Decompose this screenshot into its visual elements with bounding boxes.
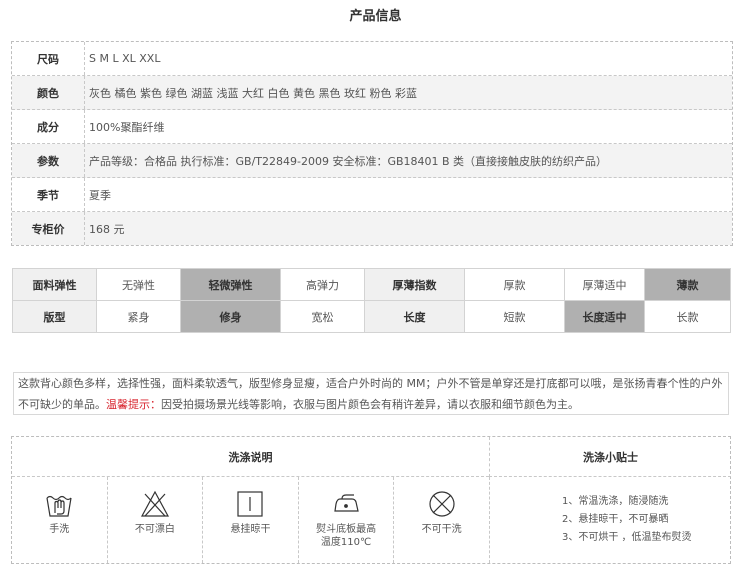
- info-row-color: 颜色 灰色 橘色 紫色 绿色 湖蓝 浅蓝 大红 白色 黄色 黑色 玫红 粉色 彩…: [12, 76, 732, 110]
- fabric-row-fit: 版型 紧身 修身 宽松 长度 短款 长度适中 长款: [12, 300, 731, 333]
- fabric-label-length: 长度: [364, 300, 465, 333]
- fabric-option: 宽松: [280, 300, 365, 333]
- wash-cell-hang-dry: 悬挂晾干: [203, 477, 299, 563]
- info-value: 168 元: [89, 222, 125, 236]
- fabric-option: 高弹力: [280, 268, 365, 301]
- warning-label: 温馨提示：: [106, 398, 161, 411]
- info-label: 颜色: [12, 76, 85, 109]
- no-bleach-icon: [140, 490, 169, 517]
- wash-label: 悬挂晾干: [230, 524, 271, 535]
- fabric-label-elasticity: 面料弹性: [12, 268, 97, 301]
- fabric-option: 厚款: [464, 268, 565, 301]
- wash-label: 不可漂白: [134, 524, 175, 535]
- info-row-size: 尺码 S M L XL XXL: [12, 42, 732, 76]
- info-value: 灰色 橘色 紫色 绿色 湖蓝 浅蓝 大红 白色 黄色 黑色 玫红 粉色 彩蓝: [89, 86, 417, 100]
- fabric-option-selected: 轻微弹性: [180, 268, 281, 301]
- wash-cell-no-bleach: 不可漂白: [108, 477, 204, 563]
- fabric-label-thickness: 厚薄指数: [364, 268, 465, 301]
- wash-header: 洗涤说明: [12, 437, 489, 477]
- info-row-season: 季节 夏季: [12, 178, 732, 212]
- fabric-option-selected: 薄款: [644, 268, 731, 301]
- info-value: 夏季: [89, 188, 111, 202]
- wash-cell-hand-wash: 手洗: [12, 477, 108, 563]
- info-value: S M L XL XXL: [89, 52, 161, 65]
- no-dry-clean-icon: [429, 491, 455, 517]
- info-row-material: 成分 100%聚酯纤维: [12, 110, 732, 144]
- fabric-option: 无弹性: [96, 268, 181, 301]
- wash-tip: 2、悬挂晾干，不可暴晒: [562, 514, 669, 525]
- wash-tip: 3、不可烘干 ，低温垫布熨烫: [562, 532, 692, 543]
- wash-label: 熨斗底板最高 温度110℃: [316, 524, 377, 548]
- info-row-price: 专柜价 168 元: [12, 212, 732, 245]
- iron-icon: [334, 494, 359, 512]
- wash-label: 手洗: [49, 524, 70, 535]
- wash-cell-iron: 熨斗底板最高 温度110℃: [299, 477, 395, 563]
- info-label: 参数: [12, 144, 85, 177]
- fabric-option-selected: 修身: [180, 300, 281, 333]
- product-description: 这款背心颜色多样，选择性强，面料柔软透气，版型修身显瘦，适合户外时尚的 MM；户…: [13, 372, 729, 415]
- wash-label: 不可干洗: [421, 524, 462, 535]
- wash-icons-row: 手洗 不可漂白 悬挂晾干 熨斗底板最高 温度110℃ 不可干洗: [12, 477, 489, 563]
- wash-instructions: 洗涤说明 洗涤小贴士 手洗 不可漂白 悬挂晾干 熨斗底板最高 温度110℃ 不可…: [11, 436, 731, 564]
- wash-tips-header: 洗涤小贴士: [489, 437, 731, 477]
- info-label: 专柜价: [12, 212, 85, 245]
- page-title: 产品信息: [349, 9, 402, 24]
- wash-cell-no-dry-clean: 不可干洗: [394, 477, 489, 563]
- warning-text: 因受拍摄场景光线等影响，衣服与图片颜色会有稍许差异，请以衣服和细节颜色为主。: [161, 398, 579, 411]
- info-row-params: 参数 产品等级：合格品 执行标准：GB/T22849-2009 安全标准：GB1…: [12, 144, 732, 178]
- fabric-option: 短款: [464, 300, 565, 333]
- wash-tips: 1、常温洗涤，随浸随洗 2、悬挂晾干，不可暴晒 3、不可烘干 ，低温垫布熨烫: [489, 477, 730, 563]
- hand-wash-icon: [46, 495, 72, 517]
- fabric-option: 厚薄适中: [564, 268, 645, 301]
- product-info-table: 尺码 S M L XL XXL 颜色 灰色 橘色 紫色 绿色 湖蓝 浅蓝 大红 …: [11, 41, 733, 246]
- fabric-option: 长款: [644, 300, 731, 333]
- info-value: 100%聚酯纤维: [89, 120, 165, 134]
- info-label: 成分: [12, 110, 85, 143]
- info-label: 尺码: [12, 42, 85, 75]
- fabric-option-selected: 长度适中: [564, 300, 645, 333]
- fabric-option: 紧身: [96, 300, 181, 333]
- hang-dry-icon: [237, 491, 264, 517]
- fabric-row-elasticity: 面料弹性 无弹性 轻微弹性 高弹力 厚薄指数 厚款 厚薄适中 薄款: [12, 268, 731, 301]
- fabric-label-fit: 版型: [12, 300, 97, 333]
- info-value: 产品等级：合格品 执行标准：GB/T22849-2009 安全标准：GB1840…: [89, 154, 608, 168]
- info-label: 季节: [12, 178, 85, 211]
- wash-tip: 1、常温洗涤，随浸随洗: [562, 496, 669, 507]
- fabric-index-table: 面料弹性 无弹性 轻微弹性 高弹力 厚薄指数 厚款 厚薄适中 薄款 版型 紧身 …: [12, 268, 731, 333]
